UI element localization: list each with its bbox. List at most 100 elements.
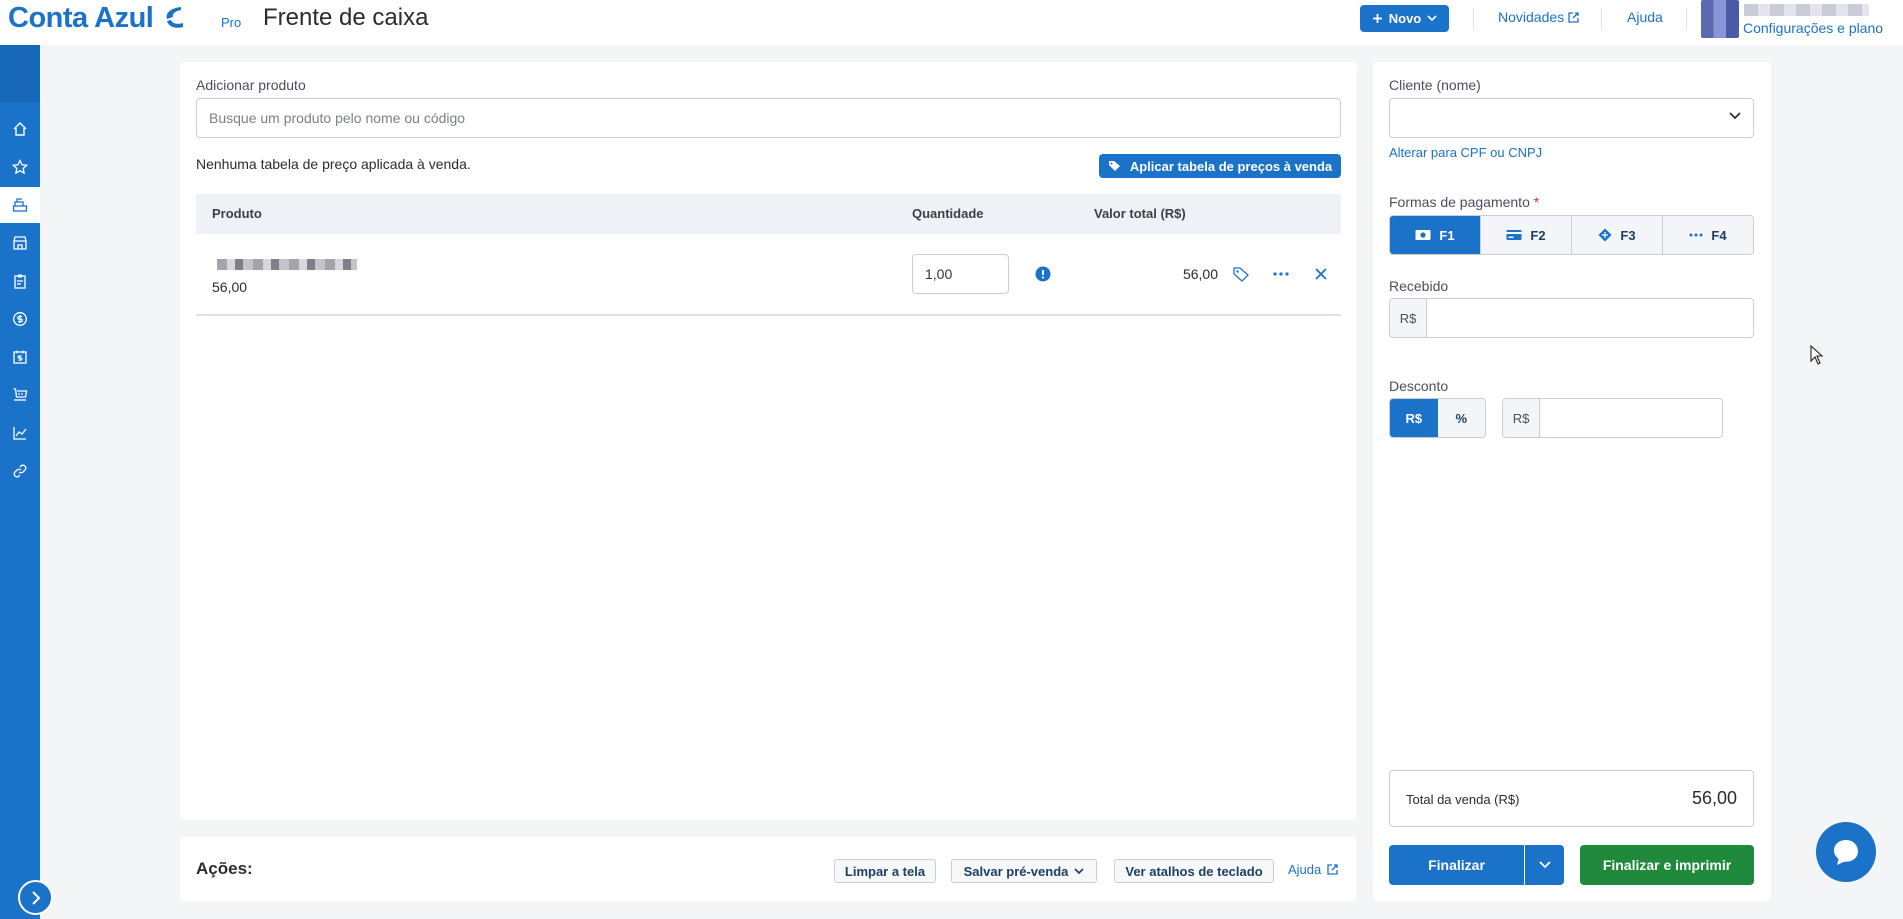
clipboard-icon[interactable] — [0, 263, 40, 299]
discount-tag-icon[interactable] — [1231, 264, 1251, 284]
payment-f3-label: F3 — [1620, 227, 1636, 243]
news-link-label: Novidades — [1498, 9, 1565, 25]
discount-amount-input[interactable]: R$ — [1502, 398, 1723, 438]
dollar-icon[interactable] — [0, 301, 40, 337]
payment-f1-label: F1 — [1439, 227, 1455, 243]
required-mark: * — [1533, 194, 1540, 210]
row-total-value: 56,00 — [1182, 266, 1218, 282]
logo-mark-icon — [166, 7, 184, 28]
client-label: Cliente (nome) — [1389, 77, 1481, 93]
quantity-input[interactable]: 1,00 — [912, 254, 1009, 294]
header-divider — [1686, 8, 1687, 30]
plus-icon — [1372, 13, 1383, 24]
cart-icon[interactable] — [0, 377, 40, 413]
expand-sidebar-button[interactable] — [18, 880, 53, 915]
product-card: Adicionar produto Nenhuma tabela de preç… — [180, 62, 1357, 820]
sale-total-box: Total da venda (R$) 56,00 — [1389, 770, 1754, 827]
received-amount-input[interactable]: R$ — [1389, 298, 1754, 338]
star-icon[interactable] — [0, 149, 40, 185]
user-name — [1744, 4, 1869, 16]
received-label: Recebido — [1389, 278, 1449, 294]
received-amount-field[interactable] — [1427, 299, 1753, 337]
home-icon[interactable] — [0, 111, 40, 147]
sale-total-value: 56,00 — [1691, 788, 1737, 808]
actions-bar: Ações: Limpar a tela Salvar pré-venda Ve… — [180, 837, 1357, 901]
payment-f1-cash-button[interactable]: F1 — [1390, 216, 1481, 254]
calendar-money-icon[interactable] — [0, 339, 40, 375]
product-unit-price: 56,00 — [212, 279, 248, 295]
new-button[interactable]: Novo — [1360, 5, 1449, 32]
news-link[interactable]: Novidades — [1498, 9, 1579, 25]
save-presale-label: Salvar pré-venda — [963, 863, 1069, 879]
actions-help-link[interactable]: Ajuda — [1288, 862, 1338, 877]
payment-f2-card-button[interactable]: F2 — [1481, 216, 1572, 254]
discount-amount-field[interactable] — [1540, 399, 1722, 437]
finalize-button[interactable]: Finalizar — [1389, 845, 1524, 885]
finalize-options-button[interactable] — [1525, 845, 1564, 885]
chat-support-button[interactable] — [1816, 822, 1876, 882]
actions-help-label: Ajuda — [1288, 862, 1322, 877]
avatar[interactable] — [1701, 0, 1739, 38]
no-price-table-text: Nenhuma tabela de preço aplicada à venda… — [196, 156, 471, 172]
chevron-down-icon — [1427, 15, 1437, 22]
add-product-label: Adicionar produto — [196, 77, 306, 93]
column-header-total: Valor total (R$) — [1094, 206, 1186, 221]
chevron-down-icon — [1538, 861, 1551, 869]
product-search-input[interactable] — [196, 98, 1341, 138]
payment-methods-label: Formas de pagamento * — [1389, 194, 1539, 210]
payment-f3-pix-button[interactable]: F3 — [1572, 216, 1663, 254]
sidebar-top-block — [0, 45, 40, 102]
external-link-icon — [1327, 864, 1338, 875]
config-link[interactable]: Configurações e plano — [1743, 20, 1883, 36]
top-header: Conta Azul Pro Frente de caixa Novo Novi… — [0, 0, 1903, 45]
page-title: Frente de caixa — [263, 4, 429, 31]
currency-prefix: R$ — [1390, 299, 1427, 337]
switch-to-cpf-cnpj-link[interactable]: Alterar para CPF ou CNPJ — [1389, 145, 1542, 160]
external-link-icon — [1568, 11, 1579, 23]
alert-info-icon[interactable] — [1033, 264, 1053, 284]
checkout-panel: Cliente (nome) Alterar para CPF ou CNPJ … — [1373, 62, 1771, 901]
sidebar — [0, 45, 40, 919]
currency-prefix: R$ — [1503, 399, 1540, 437]
help-link[interactable]: Ajuda — [1627, 9, 1663, 25]
keyboard-shortcuts-button[interactable]: Ver atalhos de teclado — [1114, 859, 1274, 883]
sale-total-label: Total da venda (R$) — [1406, 792, 1520, 807]
column-header-product: Produto — [212, 206, 262, 221]
remove-item-icon[interactable] — [1311, 264, 1331, 284]
discount-type-toggle: R$ % — [1389, 398, 1486, 438]
chevron-down-icon — [1074, 867, 1084, 875]
chart-line-icon[interactable] — [0, 415, 40, 451]
logo[interactable]: Conta Azul — [8, 2, 185, 34]
payment-f4-other-button[interactable]: F4 — [1663, 216, 1753, 254]
cash-icon — [1415, 229, 1431, 241]
apply-price-table-label: Aplicar tabela de preços à venda — [1129, 158, 1333, 174]
tag-icon — [1108, 160, 1122, 172]
credit-card-icon — [1506, 229, 1522, 241]
discount-label: Desconto — [1389, 378, 1449, 394]
clear-screen-button[interactable]: Limpar a tela — [834, 859, 936, 883]
chat-bubble-icon — [1831, 837, 1861, 867]
more-options-icon[interactable] — [1271, 264, 1291, 284]
payment-method-group: F1 F2 F3 F4 — [1389, 215, 1754, 255]
store-icon[interactable] — [0, 225, 40, 261]
client-select[interactable] — [1389, 98, 1754, 138]
actions-label: Ações: — [196, 859, 253, 878]
discount-currency-option[interactable]: R$ — [1390, 399, 1438, 437]
new-button-label: Novo — [1388, 11, 1422, 26]
apply-price-table-button[interactable]: Aplicar tabela de preços à venda — [1099, 154, 1341, 178]
table-header: Produto Quantidade Valor total (R$) — [196, 194, 1341, 234]
table-row: 56,00 1,00 56,00 — [196, 234, 1341, 316]
finalize-and-print-button[interactable]: Finalizar e imprimir — [1580, 845, 1754, 885]
plan-badge: Pro — [221, 15, 242, 30]
save-presale-button[interactable]: Salvar pré-venda — [951, 859, 1097, 883]
pix-icon — [1598, 228, 1612, 242]
link-icon[interactable] — [0, 453, 40, 489]
more-options-icon — [1689, 233, 1703, 237]
column-header-quantity: Quantidade — [912, 206, 984, 221]
discount-percent-option[interactable]: % — [1437, 399, 1485, 437]
header-divider — [1473, 8, 1474, 30]
payment-f4-label: F4 — [1711, 227, 1727, 243]
chevron-down-icon — [1729, 112, 1741, 120]
cash-register-icon[interactable] — [0, 187, 40, 223]
header-divider — [1601, 8, 1602, 30]
